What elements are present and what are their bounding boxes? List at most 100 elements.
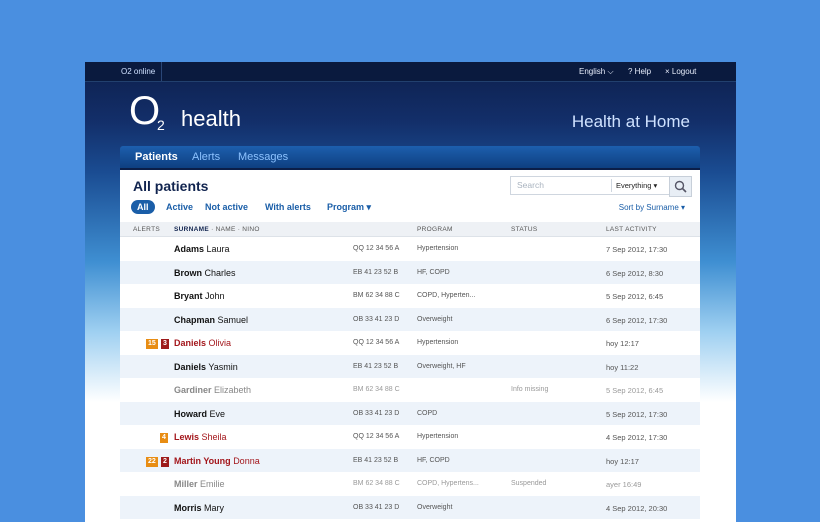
patient-name[interactable]: Daniels Yasmin xyxy=(174,362,238,372)
col-surname-label: SURNAME xyxy=(174,226,209,233)
page-title: All patients xyxy=(133,178,209,194)
col-surname[interactable]: SURNAME · NAME · NINO xyxy=(174,226,260,233)
patient-nino: QQ 12 34 56 A xyxy=(353,245,400,252)
patient-name[interactable]: Miller Emilie xyxy=(174,479,225,489)
patient-program: COPD xyxy=(417,409,438,417)
patient-name[interactable]: Brown Charles xyxy=(174,268,236,278)
patient-name[interactable]: Daniels Olivia xyxy=(174,338,231,348)
patient-last-activity: 6 Sep 2012, 8:30 xyxy=(606,268,664,278)
patient-first-name: Yasmin xyxy=(208,361,238,372)
main-nav: Patients Alerts Messages xyxy=(120,146,700,170)
alert-count-badge[interactable]: 4 xyxy=(160,433,168,443)
patient-surname: Bryant xyxy=(174,291,203,301)
filter-active[interactable]: Active xyxy=(166,200,193,214)
patient-nino: OB 33 41 23 D xyxy=(353,315,400,323)
patient-name[interactable]: Adams Laura xyxy=(174,244,230,254)
patient-name[interactable]: Martin Young Donna xyxy=(174,456,260,466)
search-divider xyxy=(611,179,612,192)
table-row[interactable]: Gardiner Elizabeth BM 62 34 88 C Info miss… xyxy=(120,378,700,402)
alert-count-badge[interactable]: 2 xyxy=(161,456,169,467)
patient-name[interactable]: Lewis Sheila xyxy=(174,432,227,442)
o2-health-logo[interactable]: O 2 health xyxy=(129,89,241,133)
search-scope-select[interactable]: Everything ▾ xyxy=(616,181,657,190)
patient-surname: Daniels xyxy=(174,338,207,348)
patient-nino: EB 41 23 52 B xyxy=(353,362,399,370)
table-row[interactable]: Miller Emilie BM 62 34 88 C COPD, Hyperten… xyxy=(120,472,700,496)
patient-last-activity: ayer 16:49 xyxy=(606,480,642,489)
logout-link[interactable]: × Logout xyxy=(665,62,696,81)
patient-last-activity: 4 Sep 2012, 20:30 xyxy=(606,503,668,513)
tab-alerts[interactable]: Alerts xyxy=(192,146,220,168)
patient-nino: EB 41 23 52 B xyxy=(353,268,399,276)
col-program[interactable]: PROGRAM xyxy=(417,226,453,233)
table-row[interactable]: Bryant John BM 62 34 88 C COPD, Hyperten..… xyxy=(120,284,700,308)
patient-last-activity: hoy 11:22 xyxy=(606,362,639,372)
patient-surname: Lewis xyxy=(174,432,200,442)
search-button[interactable] xyxy=(669,176,692,197)
logo-o: O xyxy=(129,89,161,133)
patient-last-activity: 5 Sep 2012, 6:45 xyxy=(606,292,664,301)
table-row[interactable]: Adams Laura QQ 12 34 56 A Hypertension 7 Se… xyxy=(120,237,700,261)
table-row[interactable]: 4 Lewis Sheila QQ 12 34 56 A Hypertension 4 … xyxy=(120,425,700,449)
tab-patients[interactable]: Patients xyxy=(135,146,178,168)
patient-surname: Morris xyxy=(174,502,202,513)
filter-all[interactable]: All xyxy=(131,200,155,214)
patient-program: Hypertension xyxy=(417,245,459,252)
patient-surname: Miller xyxy=(174,479,198,489)
help-link[interactable]: ? Help xyxy=(628,62,651,81)
patient-nino: QQ 12 34 56 A xyxy=(353,339,400,346)
patient-surname: Adams xyxy=(174,244,205,254)
patient-name[interactable]: Bryant John xyxy=(174,291,225,301)
table-row[interactable]: 22 2 Martin Young Donna EB 41 23 52 B HF, CO… xyxy=(120,448,700,472)
tab-messages[interactable]: Messages xyxy=(238,146,288,168)
filter-not-active[interactable]: Not active xyxy=(205,200,248,214)
patient-first-name: John xyxy=(205,291,225,301)
patient-nino: BM 62 34 88 C xyxy=(353,386,400,393)
table-row[interactable]: Howard Eve OB 33 41 23 D COPD 5 Sep 2012, 1… xyxy=(120,401,700,425)
patient-name[interactable]: Chapman Samuel xyxy=(174,315,248,325)
patient-first-name: Charles xyxy=(204,267,236,278)
patient-first-name: Emilie xyxy=(200,479,225,489)
patient-surname: Gardiner xyxy=(174,385,212,395)
patient-status: Info missing xyxy=(511,386,549,393)
alert-count-badge[interactable]: 15 xyxy=(146,339,158,349)
brand-link[interactable]: O2 online xyxy=(121,62,163,81)
patient-program: Overweight xyxy=(417,315,453,323)
table-row[interactable]: Daniels Yasmin EB 41 23 52 B Overweight, H… xyxy=(120,354,700,378)
patient-last-activity: hoy 12:17 xyxy=(606,456,639,466)
sort-selector[interactable]: Sort by Surname ▾ xyxy=(619,203,685,212)
patient-nino: QQ 12 34 56 A xyxy=(353,433,400,440)
patient-name[interactable]: Morris Mary xyxy=(174,503,224,513)
patient-first-name: Samuel xyxy=(217,314,249,325)
alert-count-badge[interactable]: 22 xyxy=(146,456,158,467)
patient-first-name: Laura xyxy=(206,244,230,254)
patient-name[interactable]: Gardiner Elizabeth xyxy=(174,385,251,395)
table-header: ALERTS SURNAME · NAME · NINO PROGRAM STA… xyxy=(120,222,700,237)
patient-surname: Martin Young xyxy=(174,455,231,466)
patient-last-activity: 6 Sep 2012, 17:30 xyxy=(606,315,668,325)
patient-surname: Chapman xyxy=(174,314,216,325)
patients-panel: All patients Search Everything ▾ All Act… xyxy=(120,170,700,522)
patient-first-name: Sheila xyxy=(201,432,227,442)
filter-program[interactable]: Program ▾ xyxy=(327,200,371,214)
patient-program: Hypertension xyxy=(417,339,459,346)
table-row[interactable]: 15 3 Daniels Olivia QQ 12 34 56 A Hypertensi… xyxy=(120,331,700,355)
table-row[interactable]: Chapman Samuel OB 33 41 23 D Overweight 6 S… xyxy=(120,307,700,331)
col-status[interactable]: STATUS xyxy=(511,226,537,233)
logo-word: health xyxy=(181,106,241,131)
table-row[interactable]: Brown Charles EB 41 23 52 B HF, COPD 6 Sep … xyxy=(120,260,700,284)
patient-last-activity: 5 Sep 2012, 6:45 xyxy=(606,386,664,395)
col-alerts[interactable]: ALERTS xyxy=(133,226,160,233)
search-placeholder: Search xyxy=(517,180,544,190)
search-input[interactable]: Search Everything ▾ xyxy=(510,176,670,195)
patient-first-name: Eve xyxy=(209,408,226,419)
alert-count-badge[interactable]: 3 xyxy=(161,339,169,349)
patient-name[interactable]: Howard Eve xyxy=(174,409,225,419)
col-last-activity[interactable]: LAST ACTIVITY xyxy=(606,226,657,233)
filter-with-alerts[interactable]: With alerts xyxy=(265,200,311,214)
patient-nino: OB 33 41 23 D xyxy=(353,409,400,417)
patient-first-name: Mary xyxy=(204,502,225,513)
patient-last-activity: 5 Sep 2012, 17:30 xyxy=(606,409,668,419)
language-selector[interactable]: English ⌵ xyxy=(579,62,614,81)
table-row[interactable]: Morris Mary OB 33 41 23 D Overweight 4 Sep … xyxy=(120,495,700,519)
